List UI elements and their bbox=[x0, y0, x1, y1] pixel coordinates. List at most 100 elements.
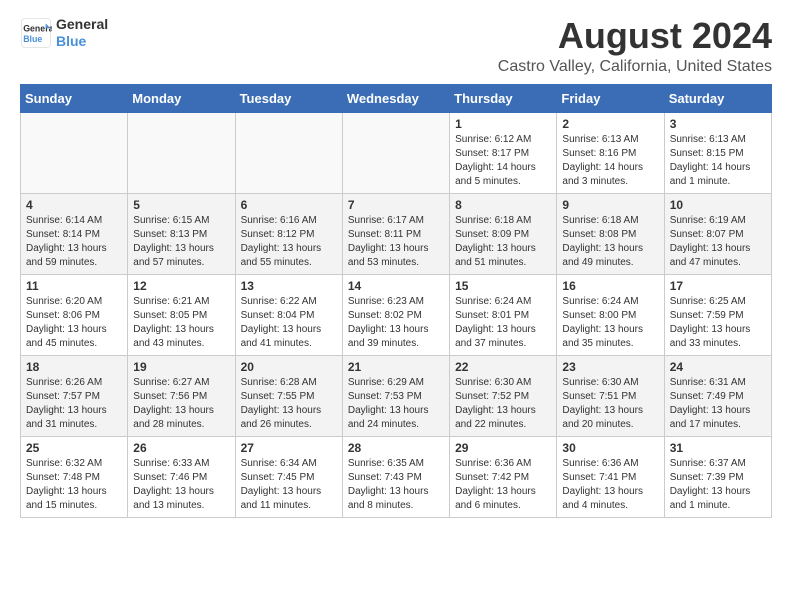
logo-icon: General Blue bbox=[20, 17, 52, 49]
calendar-cell: 26Sunrise: 6:33 AM Sunset: 7:46 PM Dayli… bbox=[128, 436, 235, 517]
day-info: Sunrise: 6:18 AM Sunset: 8:09 PM Dayligh… bbox=[455, 214, 551, 270]
calendar-cell: 3 Sunrise: 6:13 AM Sunset: 8:15 PM Daylig… bbox=[664, 112, 771, 193]
day-number: 1 bbox=[455, 117, 551, 131]
week-row-4: 18 Sunrise: 6:26 AM Sunset: 7:57 PM Dayli… bbox=[21, 355, 772, 436]
calendar-cell: 11 Sunrise: 6:20 AM Sunset: 8:06 PM Dayli… bbox=[21, 274, 128, 355]
day-number: 6 bbox=[241, 198, 337, 212]
day-info: Sunrise: 6:31 AM Sunset: 7:49 PM Dayligh… bbox=[670, 376, 766, 432]
day-number: 18 bbox=[26, 360, 122, 374]
calendar-cell: 14Sunrise: 6:23 AM Sunset: 8:02 PM Dayli… bbox=[342, 274, 449, 355]
day-info: Sunrise: 6:37 AM Sunset: 7:39 PM Dayligh… bbox=[670, 457, 766, 513]
day-number: 24 bbox=[670, 360, 766, 374]
day-info: Sunrise: 6:24 AM Sunset: 8:00 PM Dayligh… bbox=[562, 295, 658, 351]
day-info: Sunrise: 6:29 AM Sunset: 7:53 PM Dayligh… bbox=[348, 376, 444, 432]
day-info: Sunrise: 6:27 AM Sunset: 7:56 PM Dayligh… bbox=[133, 376, 229, 432]
svg-text:General: General bbox=[23, 23, 52, 33]
day-number: 30 bbox=[562, 441, 658, 455]
logo-text-general: General bbox=[56, 16, 108, 33]
day-number: 17 bbox=[670, 279, 766, 293]
svg-text:Blue: Blue bbox=[23, 34, 42, 44]
title-block: August 2024 Castro Valley, California, U… bbox=[498, 16, 772, 76]
calendar-cell: 27 Sunrise: 6:34 AM Sunset: 7:45 PM Dayli… bbox=[235, 436, 342, 517]
day-info: Sunrise: 6:36 AM Sunset: 7:41 PM Dayligh… bbox=[562, 457, 658, 513]
day-info: Sunrise: 6:21 AM Sunset: 8:05 PM Dayligh… bbox=[133, 295, 229, 351]
calendar-cell: 2 Sunrise: 6:13 AM Sunset: 8:16 PM Daylig… bbox=[557, 112, 664, 193]
calendar-cell: 30 Sunrise: 6:36 AM Sunset: 7:41 PM Dayli… bbox=[557, 436, 664, 517]
day-info: Sunrise: 6:26 AM Sunset: 7:57 PM Dayligh… bbox=[26, 376, 122, 432]
header: General Blue General Blue August 2024 Ca… bbox=[20, 16, 772, 76]
calendar-cell: 10 Sunrise: 6:19 AM Sunset: 8:07 PM Dayli… bbox=[664, 193, 771, 274]
week-row-2: 4 Sunrise: 6:14 AM Sunset: 8:14 PM Daylig… bbox=[21, 193, 772, 274]
calendar-cell: 6 Sunrise: 6:16 AM Sunset: 8:12 PM Daylig… bbox=[235, 193, 342, 274]
calendar-table: SundayMondayTuesdayWednesdayThursdayFrid… bbox=[20, 84, 772, 518]
day-number: 27 bbox=[241, 441, 337, 455]
calendar-cell: 15Sunrise: 6:24 AM Sunset: 8:01 PM Dayli… bbox=[450, 274, 557, 355]
day-number: 8 bbox=[455, 198, 551, 212]
calendar-cell: 28Sunrise: 6:35 AM Sunset: 7:43 PM Dayli… bbox=[342, 436, 449, 517]
calendar-cell bbox=[128, 112, 235, 193]
day-number: 7 bbox=[348, 198, 444, 212]
week-row-3: 11 Sunrise: 6:20 AM Sunset: 8:06 PM Dayli… bbox=[21, 274, 772, 355]
calendar-cell: 19 Sunrise: 6:27 AM Sunset: 7:56 PM Dayli… bbox=[128, 355, 235, 436]
calendar-cell: 13Sunrise: 6:22 AM Sunset: 8:04 PM Dayli… bbox=[235, 274, 342, 355]
calendar-cell: 1 Sunrise: 6:12 AM Sunset: 8:17 PM Daylig… bbox=[450, 112, 557, 193]
calendar-cell: 7Sunrise: 6:17 AM Sunset: 8:11 PM Daylig… bbox=[342, 193, 449, 274]
day-number: 31 bbox=[670, 441, 766, 455]
weekday-header-friday: Friday bbox=[557, 84, 664, 112]
calendar-cell: 4 Sunrise: 6:14 AM Sunset: 8:14 PM Daylig… bbox=[21, 193, 128, 274]
day-number: 5 bbox=[133, 198, 229, 212]
weekday-header-row: SundayMondayTuesdayWednesdayThursdayFrid… bbox=[21, 84, 772, 112]
calendar-cell: 5 Sunrise: 6:15 AM Sunset: 8:13 PM Daylig… bbox=[128, 193, 235, 274]
day-info: Sunrise: 6:12 AM Sunset: 8:17 PM Dayligh… bbox=[455, 133, 551, 189]
weekday-header-wednesday: Wednesday bbox=[342, 84, 449, 112]
day-info: Sunrise: 6:15 AM Sunset: 8:13 PM Dayligh… bbox=[133, 214, 229, 270]
week-row-5: 25Sunrise: 6:32 AM Sunset: 7:48 PM Dayli… bbox=[21, 436, 772, 517]
day-number: 28 bbox=[348, 441, 444, 455]
day-info: Sunrise: 6:16 AM Sunset: 8:12 PM Dayligh… bbox=[241, 214, 337, 270]
day-info: Sunrise: 6:28 AM Sunset: 7:55 PM Dayligh… bbox=[241, 376, 337, 432]
day-number: 2 bbox=[562, 117, 658, 131]
day-info: Sunrise: 6:24 AM Sunset: 8:01 PM Dayligh… bbox=[455, 295, 551, 351]
location-title: Castro Valley, California, United States bbox=[498, 58, 772, 76]
day-number: 4 bbox=[26, 198, 122, 212]
calendar-cell bbox=[342, 112, 449, 193]
day-number: 10 bbox=[670, 198, 766, 212]
day-number: 9 bbox=[562, 198, 658, 212]
day-info: Sunrise: 6:30 AM Sunset: 7:52 PM Dayligh… bbox=[455, 376, 551, 432]
calendar-cell: 8 Sunrise: 6:18 AM Sunset: 8:09 PM Daylig… bbox=[450, 193, 557, 274]
calendar-cell bbox=[235, 112, 342, 193]
calendar-cell: 20 Sunrise: 6:28 AM Sunset: 7:55 PM Dayli… bbox=[235, 355, 342, 436]
week-row-1: 1 Sunrise: 6:12 AM Sunset: 8:17 PM Daylig… bbox=[21, 112, 772, 193]
month-title: August 2024 bbox=[498, 16, 772, 56]
calendar-cell: 24 Sunrise: 6:31 AM Sunset: 7:49 PM Dayli… bbox=[664, 355, 771, 436]
day-info: Sunrise: 6:19 AM Sunset: 8:07 PM Dayligh… bbox=[670, 214, 766, 270]
day-info: Sunrise: 6:14 AM Sunset: 8:14 PM Dayligh… bbox=[26, 214, 122, 270]
calendar-cell: 21 Sunrise: 6:29 AM Sunset: 7:53 PM Dayli… bbox=[342, 355, 449, 436]
day-info: Sunrise: 6:13 AM Sunset: 8:15 PM Dayligh… bbox=[670, 133, 766, 189]
day-number: 3 bbox=[670, 117, 766, 131]
calendar-cell: 9 Sunrise: 6:18 AM Sunset: 8:08 PM Daylig… bbox=[557, 193, 664, 274]
day-number: 21 bbox=[348, 360, 444, 374]
day-number: 19 bbox=[133, 360, 229, 374]
day-info: Sunrise: 6:32 AM Sunset: 7:48 PM Dayligh… bbox=[26, 457, 122, 513]
day-info: Sunrise: 6:13 AM Sunset: 8:16 PM Dayligh… bbox=[562, 133, 658, 189]
day-number: 11 bbox=[26, 279, 122, 293]
day-info: Sunrise: 6:34 AM Sunset: 7:45 PM Dayligh… bbox=[241, 457, 337, 513]
calendar-cell bbox=[21, 112, 128, 193]
weekday-header-saturday: Saturday bbox=[664, 84, 771, 112]
calendar-cell: 23Sunrise: 6:30 AM Sunset: 7:51 PM Dayli… bbox=[557, 355, 664, 436]
calendar-cell: 12 Sunrise: 6:21 AM Sunset: 8:05 PM Dayli… bbox=[128, 274, 235, 355]
day-number: 12 bbox=[133, 279, 229, 293]
day-number: 22 bbox=[455, 360, 551, 374]
day-info: Sunrise: 6:20 AM Sunset: 8:06 PM Dayligh… bbox=[26, 295, 122, 351]
day-info: Sunrise: 6:33 AM Sunset: 7:46 PM Dayligh… bbox=[133, 457, 229, 513]
day-info: Sunrise: 6:23 AM Sunset: 8:02 PM Dayligh… bbox=[348, 295, 444, 351]
day-info: Sunrise: 6:18 AM Sunset: 8:08 PM Dayligh… bbox=[562, 214, 658, 270]
calendar-cell: 29Sunrise: 6:36 AM Sunset: 7:42 PM Dayli… bbox=[450, 436, 557, 517]
day-number: 23 bbox=[562, 360, 658, 374]
weekday-header-sunday: Sunday bbox=[21, 84, 128, 112]
day-info: Sunrise: 6:25 AM Sunset: 7:59 PM Dayligh… bbox=[670, 295, 766, 351]
weekday-header-thursday: Thursday bbox=[450, 84, 557, 112]
day-number: 20 bbox=[241, 360, 337, 374]
logo: General Blue General Blue bbox=[20, 16, 108, 50]
